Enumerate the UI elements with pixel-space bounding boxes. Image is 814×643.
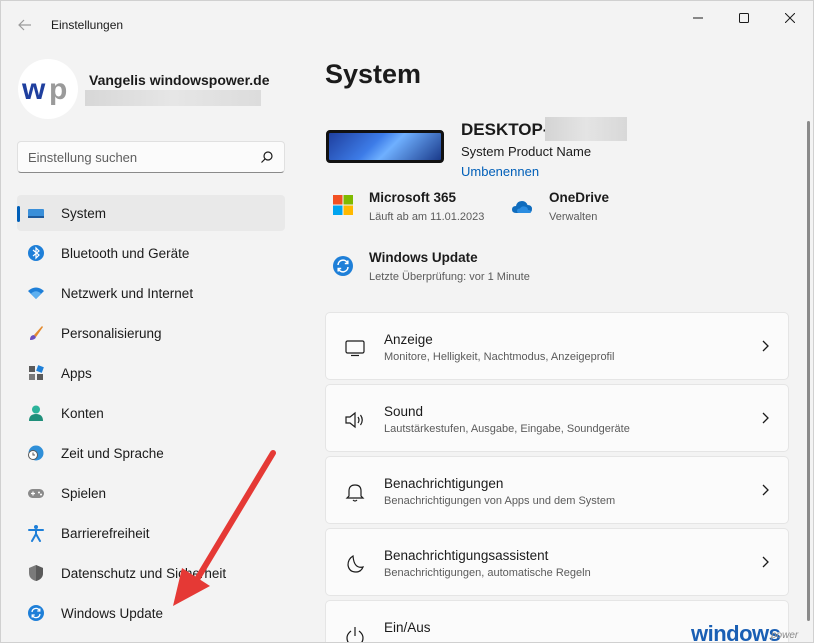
power-icon — [346, 627, 364, 642]
sidebar-item-system[interactable]: System — [17, 195, 285, 231]
card-title: Benachrichtigungsassistent — [384, 548, 549, 563]
arrow-left-icon — [18, 19, 31, 31]
sidebar-nav: System Bluetooth und Geräte Netzwerk und… — [17, 195, 285, 635]
sidebar-item-label: Bluetooth und Geräte — [61, 246, 190, 261]
windows-update-icon — [333, 256, 353, 276]
card-subtitle: Benachrichtigungen, automatische Regeln — [384, 567, 591, 579]
windows-update-title[interactable]: Windows Update — [369, 250, 478, 265]
chevron-right-icon — [762, 340, 769, 352]
shield-icon — [29, 565, 43, 581]
rename-link[interactable]: Umbenennen — [461, 164, 539, 179]
svg-text:p: p — [49, 73, 67, 105]
sidebar-item-personalization[interactable]: Personalisierung — [17, 315, 285, 351]
sidebar-item-windows-update[interactable]: Windows Update — [17, 595, 285, 631]
moon-icon — [347, 554, 364, 573]
search-box[interactable] — [17, 141, 285, 173]
accessibility-icon — [28, 525, 44, 542]
sidebar-item-label: Personalisierung — [61, 326, 162, 341]
svg-text:w: w — [22, 73, 46, 105]
m365-title[interactable]: Microsoft 365 — [369, 190, 456, 205]
apps-icon — [29, 365, 44, 380]
globe-clock-icon — [28, 445, 44, 461]
sidebar-item-gaming[interactable]: Spielen — [17, 475, 285, 511]
gamepad-icon — [28, 489, 44, 498]
page-title: System — [325, 59, 422, 89]
watermark-suffix: power — [771, 630, 799, 641]
profile-name: Vangelis windowspower.de — [89, 72, 270, 88]
sidebar-item-label: Apps — [61, 366, 92, 381]
microsoft-365-icon — [333, 195, 353, 215]
m365-subtitle: Läuft ab am 11.01.2023 — [369, 211, 485, 223]
sidebar-item-label: Zeit und Sprache — [61, 446, 164, 461]
display-icon — [28, 209, 44, 218]
back-button[interactable] — [11, 13, 39, 37]
minimize-button[interactable] — [675, 1, 721, 35]
card-title: Ein/Aus — [384, 620, 431, 635]
maximize-button[interactable] — [721, 1, 767, 35]
sidebar-item-label: Barrierefreiheit — [61, 526, 150, 541]
sidebar-item-label: Spielen — [61, 486, 107, 501]
onedrive-icon — [512, 201, 532, 213]
sidebar-item-accessibility[interactable]: Barrierefreiheit — [17, 515, 285, 551]
card-title: Anzeige — [384, 332, 433, 347]
settings-window: Einstellungen w p Vangelis windowspower.… — [0, 0, 814, 643]
chevron-right-icon — [762, 484, 769, 496]
app-title: Einstellungen — [51, 18, 124, 32]
card-focus-assist[interactable]: Benachrichtigungsassistent Benachrichtig… — [325, 528, 789, 596]
sidebar-item-accounts[interactable]: Konten — [17, 395, 285, 431]
card-notifications[interactable]: Benachrichtigungen Benachrichtigungen vo… — [325, 456, 789, 524]
device-name: DESKTOP- — [461, 120, 549, 139]
onedrive-subtitle: Verwalten — [549, 211, 598, 223]
search-input[interactable] — [28, 142, 253, 172]
sidebar-item-apps[interactable]: Apps — [17, 355, 285, 391]
close-button[interactable] — [767, 1, 813, 35]
card-sound[interactable]: Sound Lautstärkestufen, Ausgabe, Eingabe… — [325, 384, 789, 452]
sync-icon — [28, 605, 44, 621]
sidebar-item-label: Windows Update — [61, 606, 164, 621]
wifi-icon — [28, 287, 44, 299]
wp-logo-icon: w p — [22, 73, 67, 105]
avatar[interactable]: w p — [18, 59, 78, 119]
profile-email-redacted — [85, 90, 261, 106]
device-model: System Product Name — [461, 144, 592, 159]
maximize-icon — [739, 13, 749, 23]
brush-icon — [30, 326, 43, 340]
title-bar: Einstellungen — [1, 1, 813, 49]
sidebar-item-bluetooth[interactable]: Bluetooth und Geräte — [17, 235, 285, 271]
monitor-icon — [345, 340, 365, 357]
person-icon — [29, 405, 43, 421]
card-title: Benachrichtigungen — [384, 476, 504, 491]
device-wallpaper-thumbnail — [326, 130, 444, 163]
sidebar-item-label: Datenschutz und Sicherheit — [61, 566, 227, 581]
chevron-right-icon — [762, 412, 769, 424]
bell-icon — [345, 484, 365, 502]
sidebar-item-time-language[interactable]: Zeit und Sprache — [17, 435, 285, 471]
windows-update-subtitle: Letzte Überprüfung: vor 1 Minute — [369, 271, 530, 283]
minimize-icon — [693, 17, 703, 19]
card-title: Sound — [384, 404, 424, 419]
card-subtitle: Monitore, Helligkeit, Nachtmodus, Anzeig… — [384, 351, 615, 363]
chevron-right-icon — [762, 556, 769, 568]
device-name-redacted — [545, 117, 627, 141]
sidebar-item-privacy[interactable]: Datenschutz und Sicherheit — [17, 555, 285, 591]
speaker-icon — [345, 411, 363, 429]
card-display[interactable]: Anzeige Monitore, Helligkeit, Nachtmodus… — [325, 312, 789, 380]
watermark-logo: windows — [691, 621, 781, 643]
scrollbar[interactable] — [807, 121, 810, 621]
sidebar-item-label: Netzwerk und Internet — [61, 286, 194, 301]
sidebar-item-network[interactable]: Netzwerk und Internet — [17, 275, 285, 311]
card-subtitle: Benachrichtigungen von Apps und dem Syst… — [384, 495, 616, 507]
search-icon[interactable] — [260, 150, 274, 164]
sidebar-item-label: System — [61, 206, 107, 221]
sidebar-item-label: Konten — [61, 406, 104, 421]
bluetooth-icon — [28, 245, 44, 261]
onedrive-title[interactable]: OneDrive — [549, 190, 609, 205]
close-icon — [785, 13, 795, 23]
card-subtitle: Lautstärkestufen, Ausgabe, Eingabe, Soun… — [384, 423, 630, 435]
